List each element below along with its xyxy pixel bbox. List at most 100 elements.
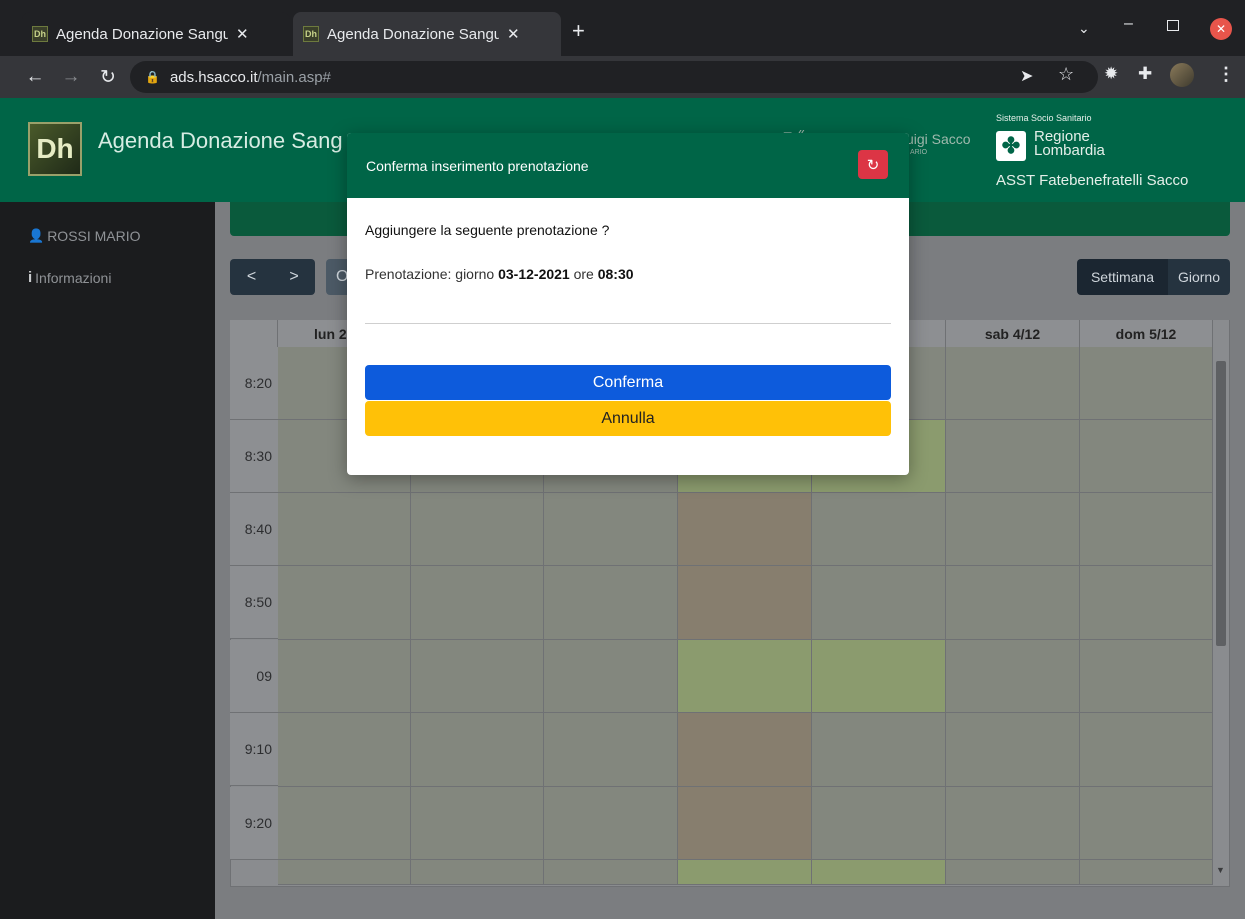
sidebar-item-informazioni[interactable]: i Informazioni xyxy=(28,269,111,286)
maximize-icon[interactable] xyxy=(1167,20,1179,31)
calendar-slot[interactable] xyxy=(278,640,411,713)
time-label: 09 xyxy=(230,640,278,713)
calendar-slot[interactable] xyxy=(411,640,544,713)
hospital-sub: ARIO xyxy=(910,149,928,156)
region-name: Regione Lombardia xyxy=(1034,129,1105,159)
scrollbar-thumb[interactable] xyxy=(1216,361,1226,646)
calendar-slot[interactable] xyxy=(544,566,678,640)
calendar-slot[interactable] xyxy=(1080,493,1213,566)
calendar-slot[interactable] xyxy=(278,713,411,787)
time-label: 8:30 xyxy=(230,420,278,493)
calendar-slot[interactable] xyxy=(946,787,1080,860)
booking-date: 03-12-2021 xyxy=(498,266,570,282)
calendar-slot[interactable] xyxy=(278,860,411,885)
time-label: 8:20 xyxy=(230,347,278,420)
forward-icon[interactable]: → xyxy=(56,56,86,98)
calendar-slot[interactable] xyxy=(411,566,544,640)
calendar-slot[interactable] xyxy=(946,347,1080,420)
region-name-line2: Lombardia xyxy=(1034,142,1105,159)
calendar-slot[interactable] xyxy=(544,493,678,566)
calendar-slot[interactable] xyxy=(411,493,544,566)
scroll-down-icon[interactable]: ▼ xyxy=(1216,865,1225,875)
view-week-button[interactable]: Settimana xyxy=(1077,259,1168,295)
dialog-close-button[interactable]: ↻ xyxy=(858,150,888,179)
calendar-slot[interactable] xyxy=(1080,640,1213,713)
calendar-slot[interactable] xyxy=(812,640,946,713)
calendar-slot[interactable] xyxy=(678,860,812,885)
calendar-slot[interactable] xyxy=(678,787,812,860)
calendar-slot[interactable] xyxy=(1080,713,1213,787)
cancel-button[interactable]: Annulla xyxy=(365,401,891,436)
calendar-slot[interactable] xyxy=(946,493,1080,566)
calendar-slot[interactable] xyxy=(812,493,946,566)
calendar-scrollbar[interactable]: ▼ xyxy=(1213,320,1229,885)
sidebar-item-label: Informazioni xyxy=(35,269,112,286)
url-path: /main.asp# xyxy=(257,68,331,86)
calendar-slot[interactable] xyxy=(678,640,812,713)
calendar-slot[interactable] xyxy=(544,860,678,885)
confirm-booking-dialog: Conferma inserimento prenotazione ↻ Aggi… xyxy=(347,133,909,475)
tab-search-icon[interactable]: ⌄ xyxy=(1078,20,1090,37)
lock-icon: 🔒 xyxy=(145,70,160,84)
calendar-slot[interactable] xyxy=(544,713,678,787)
reload-icon[interactable]: ↻ xyxy=(93,56,123,98)
send-icon[interactable]: ➤ xyxy=(1020,66,1033,86)
view-day-button[interactable]: Giorno xyxy=(1168,259,1230,295)
time-label: 9:10 xyxy=(230,713,278,786)
sidebar-item-user[interactable]: 👤 ROSSI MARIO xyxy=(28,228,141,244)
hospital-name: uigi Sacco xyxy=(906,131,971,147)
calendar-slot[interactable] xyxy=(1080,566,1213,640)
calendar-slot[interactable] xyxy=(812,713,946,787)
calendar-slot[interactable] xyxy=(1080,347,1213,420)
minimize-icon[interactable]: – xyxy=(1124,15,1133,33)
calendar-slot[interactable] xyxy=(946,640,1080,713)
close-tab-icon[interactable]: ✕ xyxy=(507,25,520,43)
region-system-label: Sistema Socio Sanitario xyxy=(996,113,1092,123)
time-label: 9:20 xyxy=(230,787,278,860)
calendar-slot[interactable] xyxy=(544,787,678,860)
calendar-slot[interactable] xyxy=(411,860,544,885)
booking-details: Prenotazione: giorno 03-12-2021 ore 08:3… xyxy=(365,266,634,282)
calendar-slot[interactable] xyxy=(1080,420,1213,493)
calendar-slot[interactable] xyxy=(278,787,411,860)
calendar-slot[interactable] xyxy=(678,713,812,787)
calendar-slot[interactable] xyxy=(411,787,544,860)
browser-tab[interactable]: Dh Agenda Donazione Sangu ✕ xyxy=(22,12,290,56)
dialog-header: Conferma inserimento prenotazione ↻ xyxy=(347,133,909,198)
calendar-slot[interactable] xyxy=(1080,787,1213,860)
today-button[interactable]: O xyxy=(326,259,348,295)
day-header-mon: lun 2 xyxy=(278,320,348,347)
calendar-slot[interactable] xyxy=(544,640,678,713)
calendar-slot[interactable] xyxy=(946,860,1080,885)
calendar-slot[interactable] xyxy=(278,493,411,566)
app-logo: Dh xyxy=(28,122,82,176)
calendar-slot[interactable] xyxy=(678,566,812,640)
day-header-sat: sab 4/12 xyxy=(946,320,1080,347)
calendar-slot[interactable] xyxy=(812,566,946,640)
address-bar[interactable]: 🔒 ads.hsacco.it/main.asp# xyxy=(130,61,1098,93)
calendar-slot[interactable] xyxy=(1080,860,1213,885)
new-tab-icon[interactable]: + xyxy=(572,18,585,44)
time-label: 8:50 xyxy=(230,566,278,639)
extensions-puzzle-icon[interactable]: ✚ xyxy=(1138,64,1152,84)
confirm-button[interactable]: Conferma xyxy=(365,365,891,400)
calendar-slot[interactable] xyxy=(946,566,1080,640)
calendar-slot[interactable] xyxy=(411,713,544,787)
next-week-button[interactable]: > xyxy=(273,259,315,295)
browser-tab-active[interactable]: Dh Agenda Donazione Sangu ✕ xyxy=(293,12,561,56)
prev-week-button[interactable]: < xyxy=(230,259,273,295)
close-tab-icon[interactable]: ✕ xyxy=(236,25,249,43)
calendar-slot[interactable] xyxy=(812,787,946,860)
profile-avatar[interactable] xyxy=(1170,63,1194,87)
calendar-slot[interactable] xyxy=(278,566,411,640)
browser-menu-icon[interactable]: ⋮ xyxy=(1217,64,1235,85)
calendar-slot[interactable] xyxy=(678,493,812,566)
dialog-divider xyxy=(365,323,891,324)
extension-gear-icon[interactable]: ✹ xyxy=(1104,64,1118,84)
back-icon[interactable]: ← xyxy=(20,56,50,98)
calendar-slot[interactable] xyxy=(946,713,1080,787)
bookmark-star-icon[interactable]: ☆ xyxy=(1058,64,1074,85)
close-window-icon[interactable]: ✕ xyxy=(1210,18,1232,40)
calendar-slot[interactable] xyxy=(812,860,946,885)
calendar-slot[interactable] xyxy=(946,420,1080,493)
